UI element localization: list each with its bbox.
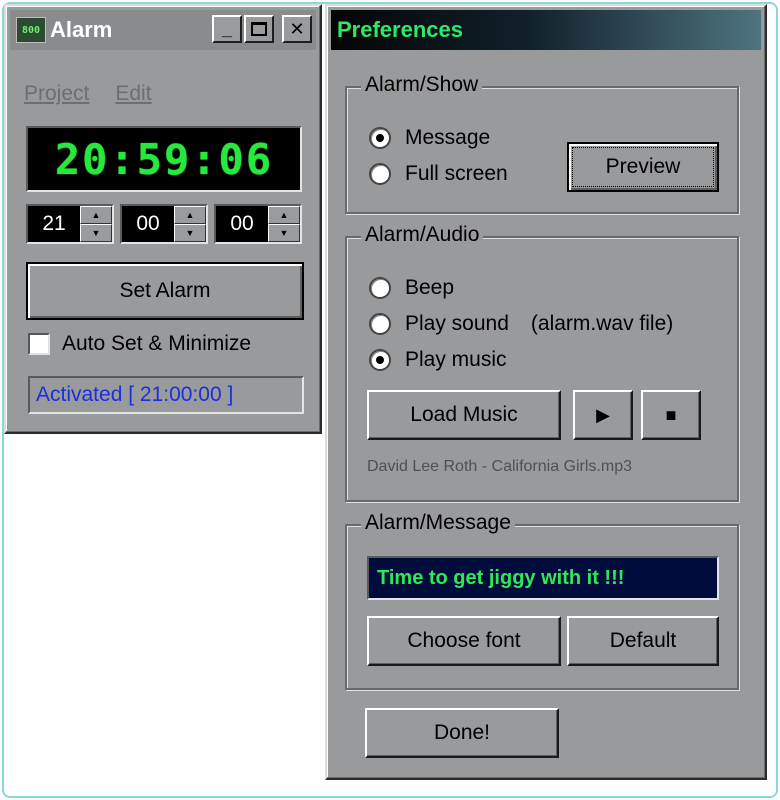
hour-spinner[interactable]: 21 ▲ ▼ [26, 204, 114, 244]
alarm-window: 800 Alarm _ ✕ Project Edit 20:59:06 21 ▲… [4, 4, 322, 434]
alarm-menubar: Project Edit [24, 82, 152, 106]
auto-set-option[interactable]: Auto Set & Minimize [28, 332, 251, 356]
stop-icon: ■ [665, 404, 677, 425]
radio-play-sound[interactable]: Play sound (alarm.wav file) [369, 312, 673, 336]
load-music-button[interactable]: Load Music [367, 390, 561, 440]
radio-fullscreen[interactable]: Full screen [369, 162, 508, 186]
radio-beep-label: Beep [405, 276, 455, 299]
radio-play-music-button[interactable] [369, 349, 391, 371]
close-button[interactable]: ✕ [282, 15, 312, 43]
choose-font-button[interactable]: Choose font [367, 616, 561, 666]
play-icon: ▶ [596, 404, 610, 425]
alarm-titlebar[interactable]: 800 Alarm _ ✕ [10, 10, 316, 50]
song-filename: David Lee Roth - California Girls.mp3 [367, 458, 632, 475]
radio-play-music-label: Play music [405, 348, 507, 371]
spin-down-icon[interactable]: ▼ [174, 224, 206, 242]
maximize-icon [251, 22, 267, 36]
radio-play-music[interactable]: Play music [369, 348, 507, 372]
spin-down-icon[interactable]: ▼ [268, 224, 300, 242]
radio-message-label: Message [405, 126, 491, 149]
minimize-icon: _ [221, 18, 232, 39]
alarm-app-icon: 800 [16, 17, 46, 43]
done-button[interactable]: Done! [365, 708, 559, 758]
radio-fullscreen-button[interactable] [369, 163, 391, 185]
spin-down-icon[interactable]: ▼ [80, 224, 112, 242]
auto-set-checkbox[interactable] [28, 333, 50, 355]
alarm-window-controls: _ ✕ [212, 15, 312, 43]
play-sound-hint: (alarm.wav file) [530, 312, 674, 335]
second-spinner[interactable]: 00 ▲ ▼ [214, 204, 302, 244]
status-field: Activated [ 21:00:00 ] [28, 376, 304, 414]
play-button[interactable]: ▶ [573, 390, 633, 440]
alarm-message-field[interactable]: Time to get jiggy with it !!! [367, 556, 719, 600]
radio-fullscreen-label: Full screen [405, 162, 508, 185]
radio-play-sound-button[interactable] [369, 313, 391, 335]
alarm-audio-legend: Alarm/Audio [361, 223, 484, 247]
second-value[interactable]: 00 [216, 212, 268, 236]
set-alarm-button[interactable]: Set Alarm [26, 262, 304, 320]
maximize-button[interactable] [244, 15, 274, 43]
time-spinners: 21 ▲ ▼ 00 ▲ ▼ 00 ▲ ▼ [26, 204, 302, 244]
minute-value[interactable]: 00 [122, 212, 174, 236]
preferences-title: Preferences [337, 17, 463, 42]
menu-project[interactable]: Project [24, 82, 89, 106]
hour-value[interactable]: 21 [28, 212, 80, 236]
spin-up-icon[interactable]: ▲ [268, 206, 300, 224]
preview-button[interactable]: Preview [567, 142, 719, 192]
alarm-message-group: Alarm/Message Time to get jiggy with it … [345, 511, 739, 690]
alarm-title: Alarm [50, 17, 113, 42]
alarm-message-legend: Alarm/Message [361, 511, 515, 535]
minute-spinner[interactable]: 00 ▲ ▼ [120, 204, 208, 244]
default-button[interactable]: Default [567, 616, 719, 666]
stop-button[interactable]: ■ [641, 390, 701, 440]
menu-edit[interactable]: Edit [115, 82, 151, 106]
radio-play-sound-label: Play sound [405, 312, 509, 335]
alarm-show-legend: Alarm/Show [361, 73, 483, 97]
preferences-titlebar[interactable]: Preferences [331, 10, 761, 50]
minimize-button[interactable]: _ [212, 15, 242, 43]
clock-display: 20:59:06 [26, 126, 302, 192]
auto-set-label: Auto Set & Minimize [62, 332, 252, 355]
spin-up-icon[interactable]: ▲ [174, 206, 206, 224]
spin-up-icon[interactable]: ▲ [80, 206, 112, 224]
alarm-audio-group: Alarm/Audio Beep Play sound (alarm.wav f… [345, 223, 739, 502]
radio-beep[interactable]: Beep [369, 276, 454, 300]
radio-message-button[interactable] [369, 127, 391, 149]
alarm-show-group: Alarm/Show Message Full screen Preview [345, 73, 739, 214]
preferences-window: Preferences Alarm/Show Message Full scre… [325, 4, 767, 780]
radio-beep-button[interactable] [369, 277, 391, 299]
radio-message[interactable]: Message [369, 126, 490, 150]
close-icon: ✕ [289, 18, 305, 39]
